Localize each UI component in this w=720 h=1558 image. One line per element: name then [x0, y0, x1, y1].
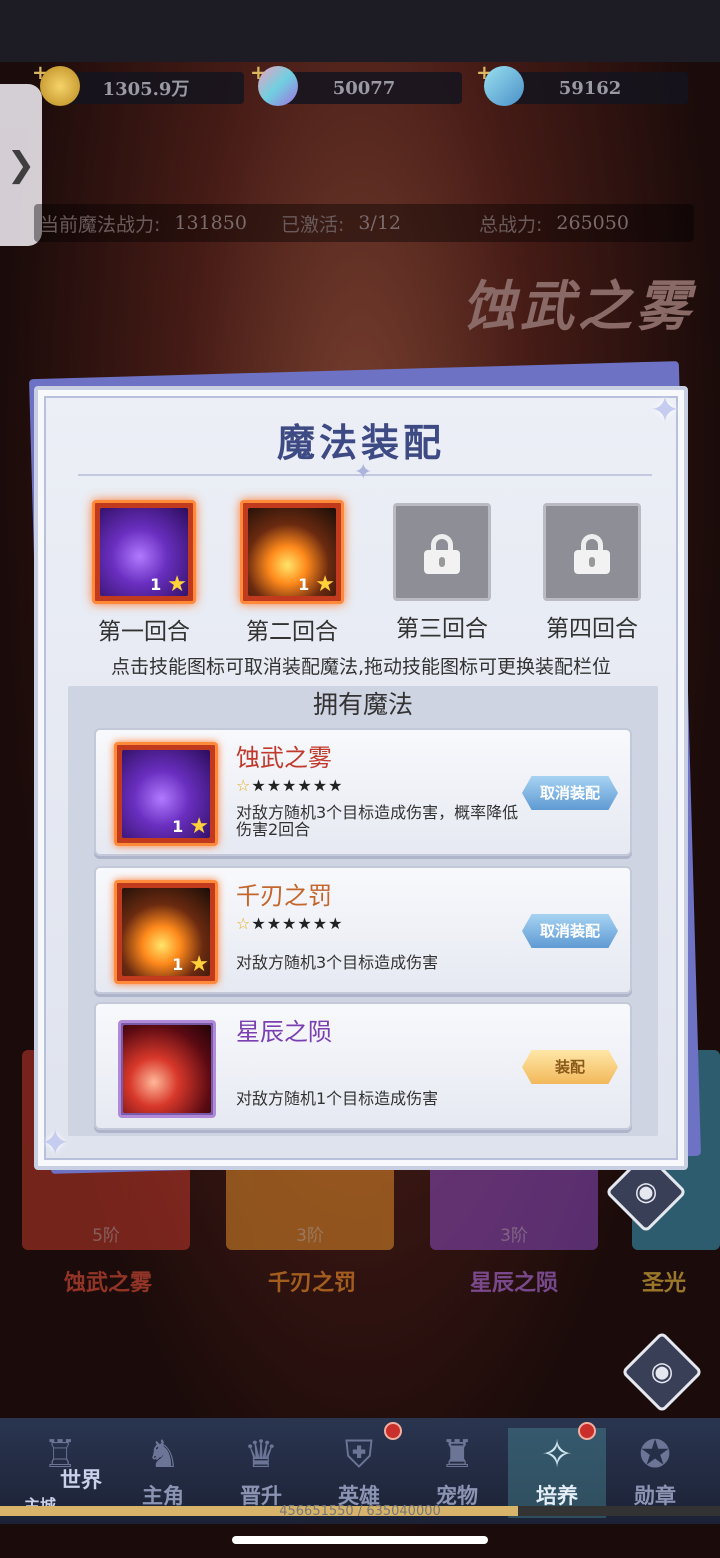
- slot-label: 第四回合: [546, 616, 638, 642]
- magic-equip-modal: ✦ ✦ 魔法装配 1★ 第一回合 1★ 第二回合 第三回合 第四回合: [34, 386, 688, 1170]
- crystal-resource[interactable]: + 59162: [476, 60, 688, 106]
- modal-title: 魔法装配: [276, 420, 445, 465]
- skill-row: 星辰之陨 对敌方随机1个目标造成伤害 装配: [94, 1002, 632, 1130]
- star-rating: ★★★★★★: [251, 776, 344, 795]
- level-value: 1: [172, 817, 184, 836]
- lock-icon: [424, 534, 460, 574]
- skill-icon-frame[interactable]: [118, 1020, 216, 1118]
- sparkle-icon: ✦: [40, 1123, 71, 1164]
- skill-stars: ☆★★★★★★: [236, 914, 344, 933]
- skill-name: 千刃之罚: [236, 882, 332, 910]
- notification-dot: [384, 1422, 402, 1440]
- lock-icon: [574, 534, 610, 574]
- star-rating: ★★★★★★: [251, 914, 344, 933]
- magic-power-value: 131850: [174, 212, 247, 234]
- bg-card-name: 蚀武之雾: [63, 1271, 152, 1296]
- level-badge: 1 ★: [298, 572, 335, 597]
- bg-card-rank: 5阶: [92, 1226, 120, 1246]
- skill-name: 星辰之陨: [236, 1018, 332, 1046]
- bg-card-name: 千刃之罚: [267, 1271, 356, 1296]
- power-summary: 当前魔法战力: 131850 已激活: 3/12 总战力: 265050: [34, 204, 694, 242]
- level-value: 1: [172, 955, 184, 974]
- medal-icon: ✪: [639, 1432, 671, 1476]
- slot-round-1[interactable]: 1 ★ 第一回合: [92, 500, 196, 646]
- gold-value: 1305.9万: [102, 79, 190, 100]
- skill-description: 对敌方随机1个目标造成伤害: [236, 1089, 439, 1108]
- gold-resource[interactable]: + 1305.9万: [32, 60, 244, 106]
- bg-card-rank: 3阶: [296, 1226, 324, 1246]
- owned-magic-panel: 拥有魔法 1 ★ 蚀武之雾 ☆★★★★★★ 对敌方随机3个目标造成伤害，概率降低伤…: [68, 686, 658, 1136]
- status-bar: [0, 0, 720, 62]
- lion-head-icon: ♞: [145, 1432, 181, 1476]
- star-icon: ★: [189, 952, 209, 977]
- magic-power-label: 当前魔法战力:: [40, 213, 161, 236]
- skill-name: 蚀武之雾: [236, 744, 332, 772]
- gem-resource[interactable]: + 50077: [250, 60, 462, 106]
- gold-coin-icon: [40, 66, 80, 106]
- skill-row: 1 ★ 蚀武之雾 ☆★★★★★★ 对敌方随机3个目标造成伤害，概率降低伤害2回合 …: [94, 728, 632, 856]
- level-value: 1: [298, 575, 310, 594]
- level-badge: 1 ★: [172, 952, 209, 977]
- crystal-value: 59162: [558, 77, 622, 99]
- star-icon: ★: [167, 572, 187, 597]
- skill-description: 对敌方随机3个目标造成伤害: [236, 953, 439, 972]
- equip-hint: 点击技能图标可取消装配魔法,拖动技能图标可更换装配栏位: [110, 656, 612, 678]
- slot-round-3[interactable]: 第三回合: [390, 500, 494, 643]
- equip-button[interactable]: 装配: [522, 1050, 618, 1084]
- slot-icon-frame[interactable]: 1 ★: [92, 500, 196, 604]
- crystal-icon: [484, 66, 524, 106]
- skill-stars: ☆★★★★★★: [236, 776, 344, 795]
- title-divider: [78, 460, 652, 485]
- owned-magic-title: 拥有魔法: [312, 690, 413, 719]
- slot-round-4[interactable]: 第四回合: [540, 500, 644, 643]
- home-indicator[interactable]: [232, 1536, 488, 1544]
- unequip-button[interactable]: 取消装配: [522, 914, 618, 948]
- slot-round-2[interactable]: 1 ★ 第二回合: [240, 500, 344, 646]
- notification-dot: [578, 1422, 596, 1440]
- skill-icon-frame[interactable]: 1 ★: [114, 880, 218, 984]
- skill-row: 1 ★ 千刃之罚 ☆★★★★★★ 对敌方随机3个目标造成伤害 取消装配: [94, 866, 632, 994]
- eye-icon: ◉: [650, 1357, 674, 1387]
- gem-icon: [258, 66, 298, 106]
- slot-icon-frame[interactable]: [543, 503, 641, 601]
- gem-value: 50077: [332, 77, 396, 99]
- dragon-icon: ♜: [439, 1432, 475, 1476]
- activated-value: 3/12: [358, 212, 402, 234]
- star-icon: ★: [315, 572, 335, 597]
- bg-card-name: 星辰之陨: [469, 1271, 558, 1296]
- skill-icon-frame[interactable]: 1 ★: [114, 742, 218, 846]
- total-power-label: 总战力:: [479, 213, 543, 236]
- star-icon: ★: [189, 814, 209, 839]
- skill-description: 对敌方随机3个目标造成伤害，概率降低伤害2回合: [236, 803, 519, 839]
- level-value: 1: [150, 575, 162, 594]
- background-skill-title: 蚀武之雾: [462, 274, 694, 338]
- slot-label: 第三回合: [396, 616, 488, 642]
- unequip-button[interactable]: 取消装配: [522, 776, 618, 810]
- chevron-right-icon: ❯: [6, 145, 36, 185]
- crown-icon: ♛: [243, 1432, 279, 1476]
- total-power-value: 265050: [556, 212, 629, 234]
- slot-icon-frame[interactable]: [393, 503, 491, 601]
- exp-text: 456651550 / 635040000: [279, 1504, 441, 1519]
- level-badge: 1 ★: [150, 572, 187, 597]
- nav-world-label: 世界: [60, 1467, 102, 1492]
- eye-icon: ◉: [634, 1177, 658, 1207]
- activated-label: 已激活:: [280, 213, 345, 236]
- slot-label: 第二回合: [246, 619, 338, 645]
- level-badge: 1 ★: [172, 814, 209, 839]
- slot-icon-frame[interactable]: 1 ★: [240, 500, 344, 604]
- slot-label: 第一回合: [98, 619, 190, 645]
- meteor-skill-icon: [123, 1025, 211, 1113]
- bg-card-rank: 3阶: [500, 1226, 528, 1246]
- bg-card-name: 圣光: [642, 1271, 687, 1296]
